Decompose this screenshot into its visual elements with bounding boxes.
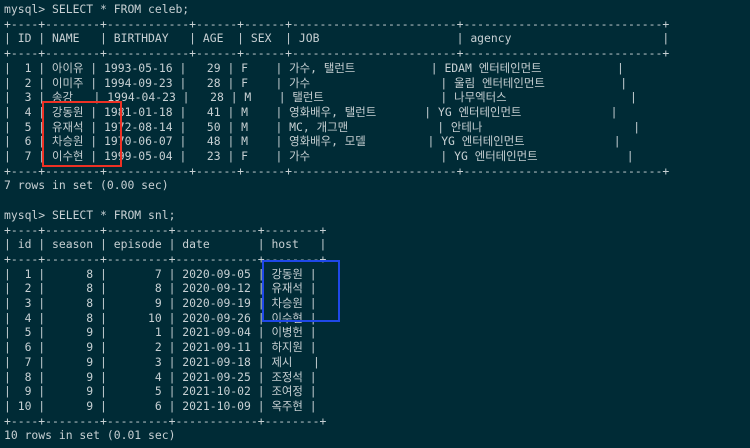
- snl-host-highlight-box: [262, 260, 340, 322]
- terminal-line: 7 rows in set (0.00 sec): [4, 178, 169, 193]
- terminal-line: +----+--------+------------+------+-----…: [4, 16, 670, 31]
- celeb-name-highlight-box: [42, 101, 122, 167]
- terminal-line: | 10 | 9 | 6 | 2021-10-09 | 옥주현 |: [4, 398, 317, 413]
- terminal-line: | 5 | 9 | 1 | 2021-09-04 | 이병헌 |: [4, 325, 317, 340]
- terminal-line: | 7 | 9 | 3 | 2021-09-18 | 제시 |: [4, 354, 320, 369]
- terminal-line: | 6 | 9 | 2 | 2021-09-11 | 하지원 |: [4, 340, 317, 355]
- terminal-line: mysql> SELECT * FROM celeb;: [4, 2, 190, 16]
- terminal-line: | id | season | episode | date | host |: [4, 237, 327, 252]
- terminal-line: 10 rows in set (0.01 sec): [4, 428, 176, 443]
- terminal-line: mysql> SELECT * FROM snl;: [4, 207, 176, 222]
- terminal-line: | 2 | 이미주 | 1994-09-23 | 28 | F | 가수 | 울…: [4, 75, 628, 90]
- terminal-line: +----+--------+---------+------------+--…: [4, 413, 327, 428]
- terminal-window[interactable]: mysql> SELECT * FROM celeb; +----+-------…: [0, 0, 750, 448]
- terminal-line: +----+--------+---------+------------+--…: [4, 222, 327, 237]
- terminal-line: +----+--------+------------+------+-----…: [4, 46, 670, 61]
- terminal-line: | 1 | 아이유 | 1993-05-16 | 29 | F | 가수, 탤런…: [4, 60, 624, 75]
- terminal-line: | 8 | 9 | 4 | 2021-09-25 | 조정석 |: [4, 369, 317, 384]
- terminal-line: | 9 | 9 | 5 | 2021-10-02 | 조여정 |: [4, 384, 317, 399]
- terminal-line: | ID | NAME | BIRTHDAY | AGE | SEX | JOB…: [4, 31, 670, 46]
